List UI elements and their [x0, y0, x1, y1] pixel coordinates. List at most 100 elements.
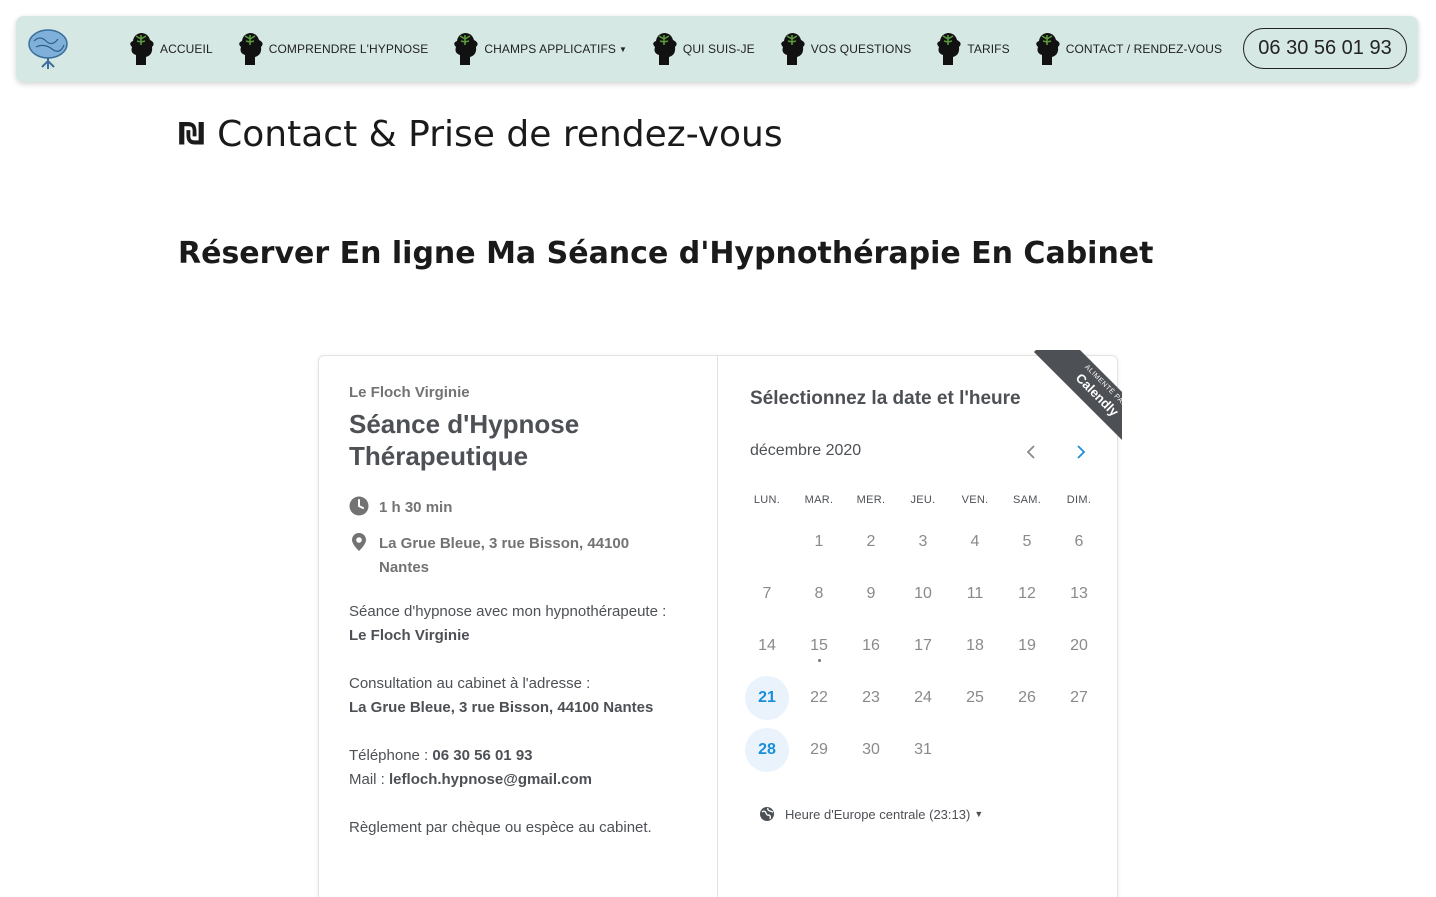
- current-month: décembre 2020: [750, 442, 862, 459]
- day-number: 16: [862, 637, 880, 654]
- phone-line: Téléphone : 06 30 56 01 93: [349, 744, 699, 768]
- event-name: Séance d'Hypnose Thérapeutique: [349, 409, 580, 471]
- description-intro: Séance d'hypnose avec mon hypnothérapeut…: [349, 600, 699, 648]
- available-day[interactable]: 28: [741, 724, 793, 776]
- calendar-day: 31: [897, 724, 949, 776]
- calendar-day: 3: [897, 516, 949, 568]
- day-number: 12: [1018, 585, 1036, 602]
- head-tree-icon: [937, 33, 961, 65]
- timezone-label: Heure d'Europe centrale (23:13): [785, 806, 971, 822]
- day-number: 20: [1070, 637, 1088, 654]
- event-details-pane: Le Floch Virginie Séance d'Hypnose Théra…: [319, 356, 718, 897]
- nav-item-1[interactable]: COMPRENDRE L'HYPNOSE: [235, 31, 429, 67]
- day-number: 11: [966, 585, 984, 602]
- day-number: 4: [970, 533, 980, 550]
- calendar-day: 30: [845, 724, 897, 776]
- calendar-day: 6: [1053, 516, 1105, 568]
- day-number: 19: [1018, 637, 1036, 654]
- day-number: 13: [1070, 585, 1088, 602]
- day-number: 14: [758, 637, 776, 654]
- calendar-day: 19: [1001, 620, 1053, 672]
- nav-item-4[interactable]: VOS QUESTIONS: [777, 31, 912, 67]
- nav-item-0[interactable]: ACCUEIL: [126, 31, 213, 67]
- weekday-label: DIM.: [1066, 494, 1092, 506]
- practitioner-name: Le Floch Virginie: [349, 627, 470, 644]
- calendly-ribbon[interactable]: ALIMENTÉ PAR Calendly: [1016, 350, 1122, 456]
- select-date-title: Sélectionnez la date et l'heure: [750, 388, 1021, 409]
- calendar-day: 5: [1001, 516, 1053, 568]
- calendar-day: 4: [949, 516, 1001, 568]
- page-title-text: Contact & Prise de rendez-vous: [217, 114, 783, 155]
- day-number: 18: [966, 637, 984, 654]
- day-number: 26: [1018, 689, 1036, 706]
- calendar-day: 29: [793, 724, 845, 776]
- calendar-day: 24: [897, 672, 949, 724]
- available-day[interactable]: 21: [741, 672, 793, 724]
- description-address: Consultation au cabinet à l'adresse : La…: [349, 672, 699, 720]
- nav-item-label: CONTACT / RENDEZ-VOUS: [1065, 42, 1223, 56]
- description-intro-text: Séance d'hypnose avec mon hypnothérapeut…: [349, 603, 667, 620]
- day-number: 1: [814, 533, 824, 550]
- duration-text: 1 h 30 min: [379, 499, 453, 516]
- nav-menu: ACCUEIL COMPRENDRE L'HYPNOSE CHAMPS APPLIC…: [126, 16, 1244, 82]
- organizer-name: Le Floch Virginie: [349, 384, 470, 401]
- mail-value: lefloch.hypnose@gmail.com: [389, 771, 593, 788]
- location-text: La Grue Bleue, 3 rue Bisson, 44100 Nante…: [379, 535, 630, 576]
- duration-row: 1 h 30 min: [349, 496, 452, 520]
- head-tree-icon: [130, 33, 154, 65]
- head-tree-icon: [454, 33, 478, 65]
- caret-down-icon: ▼: [974, 809, 984, 819]
- head-tree-icon: [653, 33, 677, 65]
- calendar-grid: 1 2 3 4 5 6 7 8 9 10 11 12 13 14 15 16 17 18 19 20 21 22 23 24 2…: [741, 516, 1105, 776]
- page-subtitle: Réserver En ligne Ma Séance d'Hypnothéra…: [178, 236, 1154, 271]
- calendar-day: 27: [1053, 672, 1105, 724]
- calendar-day: 17: [897, 620, 949, 672]
- nav-item-label: CHAMPS APPLICATIFS: [484, 42, 616, 56]
- address-intro-text: Consultation au cabinet à l'adresse :: [349, 675, 591, 692]
- address-text: La Grue Bleue, 3 rue Bisson, 44100 Nante…: [349, 699, 654, 716]
- head-tree-icon: [780, 33, 805, 65]
- day-number: 7: [762, 585, 772, 602]
- day-number: 28: [745, 728, 789, 772]
- nav-item-label: TARIFS: [967, 42, 1010, 56]
- head-tree-icon: [238, 33, 263, 65]
- weekday-label: MER.: [856, 494, 886, 506]
- calendar-day: 26: [1001, 672, 1053, 724]
- day-number: 22: [810, 689, 828, 706]
- phone-value: 06 30 56 01 93: [432, 747, 533, 764]
- day-number: 21: [745, 676, 789, 720]
- calendar-day: 20: [1053, 620, 1105, 672]
- weekday-header: LUN. MAR. MER. JEU. VEN. SAM. DIM.: [741, 494, 1105, 506]
- day-number: 23: [862, 689, 880, 706]
- calendar-day: 2: [845, 516, 897, 568]
- day-number: 8: [814, 585, 824, 602]
- timezone-selector[interactable]: Heure d'Europe centrale (23:13) ▼: [759, 806, 983, 822]
- location-row: La Grue Bleue, 3 rue Bisson, 44100 Nante…: [349, 532, 669, 580]
- clock-icon: [349, 496, 369, 516]
- calendar-day: 18: [949, 620, 1001, 672]
- nav-item-label: COMPRENDRE L'HYPNOSE: [268, 42, 429, 56]
- day-number: 25: [966, 689, 984, 706]
- calendar-day: 16: [845, 620, 897, 672]
- day-number: 2: [866, 533, 876, 550]
- day-number: 31: [914, 741, 932, 758]
- logo-brain-icon[interactable]: [26, 27, 70, 71]
- shekel-icon: ₪: [178, 117, 206, 152]
- mail-line: Mail : lefloch.hypnose@gmail.com: [349, 768, 699, 792]
- nav-item-3[interactable]: QUI SUIS-JE: [649, 31, 755, 67]
- description-contact: Téléphone : 06 30 56 01 93 Mail : lefloc…: [349, 744, 699, 792]
- weekday-label: LUN.: [753, 494, 781, 506]
- calendar-day: 11: [949, 568, 1001, 620]
- phone-button[interactable]: 06 30 56 01 93: [1243, 28, 1407, 69]
- calendar-day: 22: [793, 672, 845, 724]
- nav-item-5[interactable]: TARIFS: [933, 31, 1010, 67]
- calendly-widget: Le Floch Virginie Séance d'Hypnose Théra…: [318, 355, 1118, 897]
- nav-item-6[interactable]: CONTACT / RENDEZ-VOUS: [1032, 31, 1222, 67]
- weekday-label: MAR.: [804, 494, 834, 506]
- nav-item-2[interactable]: CHAMPS APPLICATIFS ▼: [450, 31, 627, 67]
- map-pin-icon: [352, 533, 366, 551]
- mail-label: Mail :: [349, 771, 390, 788]
- calendar-day: 12: [1001, 568, 1053, 620]
- calendar-day: 25: [949, 672, 1001, 724]
- calendar-day: 15: [793, 620, 845, 672]
